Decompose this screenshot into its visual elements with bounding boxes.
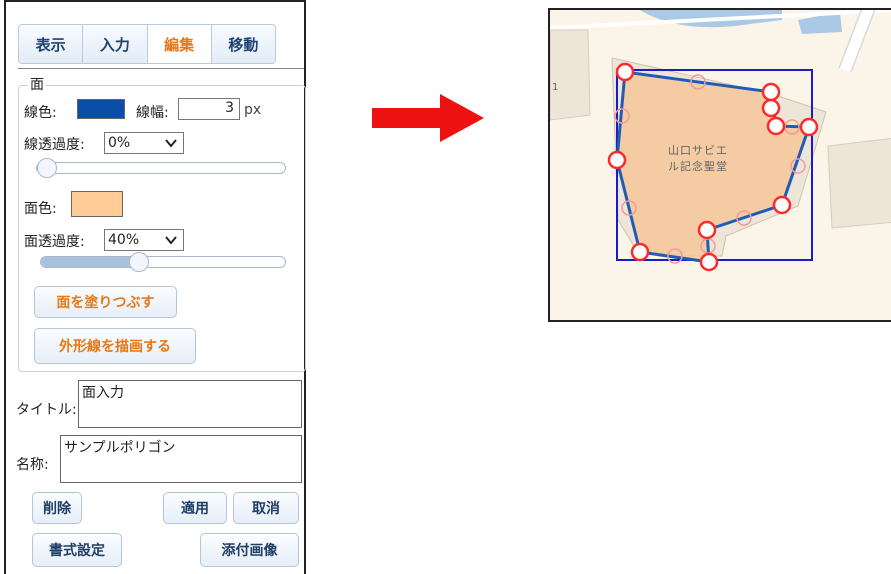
chevron-down-icon [165, 236, 177, 245]
delete-button[interactable]: 削除 [32, 492, 82, 524]
building-label-line2: ル記念聖堂 [668, 160, 728, 173]
building-label: 山口サビエ ル記念聖堂 [668, 143, 728, 175]
fill-opacity-label: 面透過度: [24, 234, 85, 250]
line-opacity-slider[interactable] [36, 158, 286, 178]
map-edge-label: 1 [552, 82, 560, 93]
building [827, 137, 891, 229]
draw-outline-button[interactable]: 外形線を描画する [34, 328, 196, 364]
fill-opacity-slider[interactable] [40, 252, 286, 272]
line-width-unit: px [244, 102, 262, 118]
fill-opacity-slider-fill [41, 257, 139, 267]
tab-move[interactable]: 移動 [211, 25, 275, 63]
map-view[interactable]: 山口サビエ ル記念聖堂 1 [548, 8, 891, 322]
title-field[interactable]: 面入力 [78, 380, 302, 428]
apply-button[interactable]: 適用 [163, 492, 227, 524]
chevron-down-icon [165, 139, 177, 148]
tab-edit[interactable]: 編集 [147, 25, 212, 63]
tab-view[interactable]: 表示 [19, 25, 84, 63]
line-opacity-select[interactable]: 0% [104, 132, 184, 154]
mode-tabs: 表示 入力 編集 移動 [18, 24, 276, 64]
line-opacity-value: 0% [108, 135, 131, 151]
format-settings-button[interactable]: 書式設定 [32, 533, 122, 567]
name-field[interactable]: サンプルポリゴン [60, 435, 302, 483]
divider [18, 68, 304, 69]
tab-input[interactable]: 入力 [83, 25, 148, 63]
line-color-label: 線色: [24, 105, 57, 121]
line-opacity-label: 線透過度: [24, 137, 85, 153]
line-opacity-slider-thumb[interactable] [36, 158, 57, 178]
name-label: 名称: [16, 457, 49, 473]
line-width-input[interactable]: 3 [178, 98, 240, 120]
building [550, 29, 591, 121]
attach-image-button[interactable]: 添付画像 [200, 533, 299, 567]
line-color-swatch[interactable] [77, 99, 125, 119]
face-legend: 面 [28, 74, 46, 94]
fill-opacity-slider-thumb[interactable] [128, 252, 149, 272]
building-label-line1: 山口サビエ [668, 144, 728, 157]
fill-face-button[interactable]: 面を塗りつぶす [34, 286, 177, 318]
line-width-label: 線幅: [136, 105, 169, 121]
edit-panel: 表示 入力 編集 移動 面 線色: 線幅: 3 px 線透過度: 0% 面色: … [4, 0, 306, 574]
fill-opacity-select[interactable]: 40% [104, 229, 184, 251]
fill-color-label: 面色: [24, 201, 57, 217]
cancel-button[interactable]: 取消 [233, 492, 299, 524]
fill-color-swatch[interactable] [71, 191, 123, 217]
title-label: タイトル: [16, 402, 77, 418]
fill-opacity-value: 40% [108, 232, 140, 248]
right-arrow-icon [372, 94, 484, 142]
